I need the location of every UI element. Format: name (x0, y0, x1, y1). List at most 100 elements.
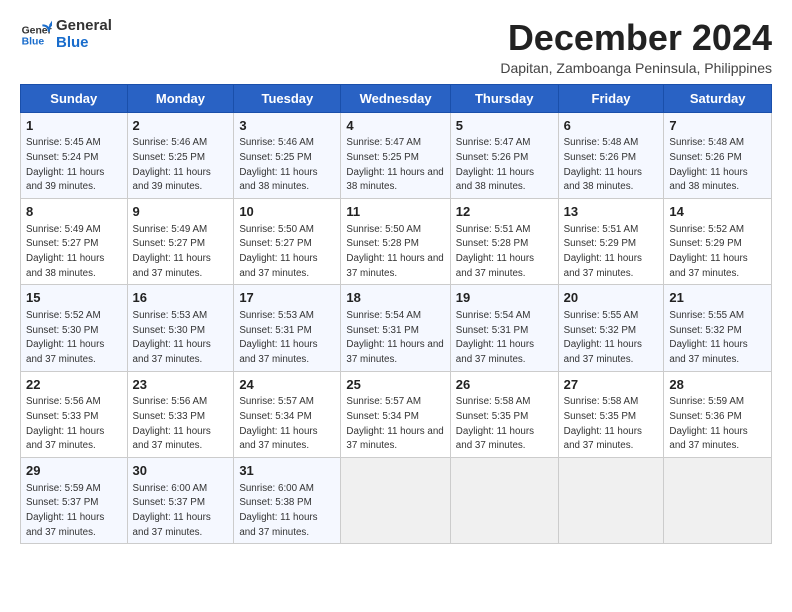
logo: General Blue General Blue (20, 18, 112, 51)
table-row: 28 Sunrise: 5:59 AMSunset: 5:36 PMDaylig… (664, 371, 772, 457)
day-number: 25 (346, 376, 444, 394)
calendar-week-4: 22 Sunrise: 5:56 AMSunset: 5:33 PMDaylig… (21, 371, 772, 457)
day-info: Sunrise: 5:55 AMSunset: 5:32 PMDaylight:… (669, 310, 747, 365)
day-info: Sunrise: 5:56 AMSunset: 5:33 PMDaylight:… (133, 396, 211, 451)
calendar-table: Sunday Monday Tuesday Wednesday Thursday… (20, 84, 772, 545)
day-number: 20 (564, 289, 659, 307)
day-number: 24 (239, 376, 335, 394)
table-row: 15 Sunrise: 5:52 AMSunset: 5:30 PMDaylig… (21, 285, 128, 371)
day-info: Sunrise: 5:58 AMSunset: 5:35 PMDaylight:… (456, 396, 534, 451)
day-info: Sunrise: 5:51 AMSunset: 5:29 PMDaylight:… (564, 224, 642, 279)
day-info: Sunrise: 5:54 AMSunset: 5:31 PMDaylight:… (456, 310, 534, 365)
table-row (558, 458, 664, 544)
day-info: Sunrise: 6:00 AMSunset: 5:38 PMDaylight:… (239, 483, 317, 538)
table-row (341, 458, 450, 544)
day-number: 3 (239, 117, 335, 135)
main-title: December 2024 (500, 18, 772, 58)
table-row: 12 Sunrise: 5:51 AMSunset: 5:28 PMDaylig… (450, 198, 558, 284)
day-number: 17 (239, 289, 335, 307)
day-number: 16 (133, 289, 229, 307)
table-row (450, 458, 558, 544)
table-row: 13 Sunrise: 5:51 AMSunset: 5:29 PMDaylig… (558, 198, 664, 284)
table-row: 14 Sunrise: 5:52 AMSunset: 5:29 PMDaylig… (664, 198, 772, 284)
day-info: Sunrise: 5:52 AMSunset: 5:29 PMDaylight:… (669, 224, 747, 279)
day-info: Sunrise: 5:46 AMSunset: 5:25 PMDaylight:… (133, 137, 211, 192)
subtitle: Dapitan, Zamboanga Peninsula, Philippine… (500, 60, 772, 76)
table-row: 2 Sunrise: 5:46 AMSunset: 5:25 PMDayligh… (127, 112, 234, 198)
day-info: Sunrise: 5:50 AMSunset: 5:27 PMDaylight:… (239, 224, 317, 279)
table-row: 23 Sunrise: 5:56 AMSunset: 5:33 PMDaylig… (127, 371, 234, 457)
table-row: 26 Sunrise: 5:58 AMSunset: 5:35 PMDaylig… (450, 371, 558, 457)
table-row: 22 Sunrise: 5:56 AMSunset: 5:33 PMDaylig… (21, 371, 128, 457)
svg-text:Blue: Blue (22, 36, 45, 47)
table-row: 25 Sunrise: 5:57 AMSunset: 5:34 PMDaylig… (341, 371, 450, 457)
table-row: 29 Sunrise: 5:59 AMSunset: 5:37 PMDaylig… (21, 458, 128, 544)
header: General Blue General Blue December 2024 … (20, 18, 772, 76)
table-row: 1 Sunrise: 5:45 AMSunset: 5:24 PMDayligh… (21, 112, 128, 198)
day-number: 6 (564, 117, 659, 135)
day-info: Sunrise: 5:51 AMSunset: 5:28 PMDaylight:… (456, 224, 534, 279)
day-info: Sunrise: 5:47 AMSunset: 5:26 PMDaylight:… (456, 137, 534, 192)
day-info: Sunrise: 5:56 AMSunset: 5:33 PMDaylight:… (26, 396, 104, 451)
day-number: 22 (26, 376, 122, 394)
day-number: 9 (133, 203, 229, 221)
table-row: 9 Sunrise: 5:49 AMSunset: 5:27 PMDayligh… (127, 198, 234, 284)
table-row: 20 Sunrise: 5:55 AMSunset: 5:32 PMDaylig… (558, 285, 664, 371)
table-row: 16 Sunrise: 5:53 AMSunset: 5:30 PMDaylig… (127, 285, 234, 371)
logo-icon: General Blue (20, 19, 52, 51)
table-row: 27 Sunrise: 5:58 AMSunset: 5:35 PMDaylig… (558, 371, 664, 457)
day-info: Sunrise: 5:57 AMSunset: 5:34 PMDaylight:… (239, 396, 317, 451)
table-row: 3 Sunrise: 5:46 AMSunset: 5:25 PMDayligh… (234, 112, 341, 198)
day-number: 2 (133, 117, 229, 135)
table-row: 18 Sunrise: 5:54 AMSunset: 5:31 PMDaylig… (341, 285, 450, 371)
calendar-week-1: 1 Sunrise: 5:45 AMSunset: 5:24 PMDayligh… (21, 112, 772, 198)
day-number: 21 (669, 289, 766, 307)
table-row (664, 458, 772, 544)
day-number: 7 (669, 117, 766, 135)
col-monday: Monday (127, 84, 234, 112)
day-info: Sunrise: 5:45 AMSunset: 5:24 PMDaylight:… (26, 137, 104, 192)
table-row: 21 Sunrise: 5:55 AMSunset: 5:32 PMDaylig… (664, 285, 772, 371)
table-row: 6 Sunrise: 5:48 AMSunset: 5:26 PMDayligh… (558, 112, 664, 198)
day-info: Sunrise: 5:54 AMSunset: 5:31 PMDaylight:… (346, 310, 443, 365)
day-info: Sunrise: 6:00 AMSunset: 5:37 PMDaylight:… (133, 483, 211, 538)
table-row: 4 Sunrise: 5:47 AMSunset: 5:25 PMDayligh… (341, 112, 450, 198)
col-tuesday: Tuesday (234, 84, 341, 112)
col-thursday: Thursday (450, 84, 558, 112)
day-number: 18 (346, 289, 444, 307)
table-row: 10 Sunrise: 5:50 AMSunset: 5:27 PMDaylig… (234, 198, 341, 284)
title-block: December 2024 Dapitan, Zamboanga Peninsu… (500, 18, 772, 76)
day-number: 30 (133, 462, 229, 480)
day-number: 26 (456, 376, 553, 394)
day-info: Sunrise: 5:57 AMSunset: 5:34 PMDaylight:… (346, 396, 443, 451)
day-info: Sunrise: 5:49 AMSunset: 5:27 PMDaylight:… (133, 224, 211, 279)
day-info: Sunrise: 5:52 AMSunset: 5:30 PMDaylight:… (26, 310, 104, 365)
day-number: 31 (239, 462, 335, 480)
col-sunday: Sunday (21, 84, 128, 112)
table-row: 24 Sunrise: 5:57 AMSunset: 5:34 PMDaylig… (234, 371, 341, 457)
logo-text: General Blue (56, 18, 112, 51)
day-info: Sunrise: 5:48 AMSunset: 5:26 PMDaylight:… (564, 137, 642, 192)
calendar-week-2: 8 Sunrise: 5:49 AMSunset: 5:27 PMDayligh… (21, 198, 772, 284)
calendar-week-3: 15 Sunrise: 5:52 AMSunset: 5:30 PMDaylig… (21, 285, 772, 371)
day-info: Sunrise: 5:48 AMSunset: 5:26 PMDaylight:… (669, 137, 747, 192)
day-number: 19 (456, 289, 553, 307)
calendar-header-row: Sunday Monday Tuesday Wednesday Thursday… (21, 84, 772, 112)
table-row: 8 Sunrise: 5:49 AMSunset: 5:27 PMDayligh… (21, 198, 128, 284)
day-number: 15 (26, 289, 122, 307)
table-row: 11 Sunrise: 5:50 AMSunset: 5:28 PMDaylig… (341, 198, 450, 284)
day-info: Sunrise: 5:47 AMSunset: 5:25 PMDaylight:… (346, 137, 443, 192)
day-number: 28 (669, 376, 766, 394)
day-number: 8 (26, 203, 122, 221)
table-row: 31 Sunrise: 6:00 AMSunset: 5:38 PMDaylig… (234, 458, 341, 544)
day-number: 29 (26, 462, 122, 480)
day-info: Sunrise: 5:59 AMSunset: 5:36 PMDaylight:… (669, 396, 747, 451)
day-info: Sunrise: 5:58 AMSunset: 5:35 PMDaylight:… (564, 396, 642, 451)
day-number: 1 (26, 117, 122, 135)
day-info: Sunrise: 5:53 AMSunset: 5:30 PMDaylight:… (133, 310, 211, 365)
day-info: Sunrise: 5:53 AMSunset: 5:31 PMDaylight:… (239, 310, 317, 365)
day-number: 11 (346, 203, 444, 221)
table-row: 7 Sunrise: 5:48 AMSunset: 5:26 PMDayligh… (664, 112, 772, 198)
day-number: 13 (564, 203, 659, 221)
col-wednesday: Wednesday (341, 84, 450, 112)
